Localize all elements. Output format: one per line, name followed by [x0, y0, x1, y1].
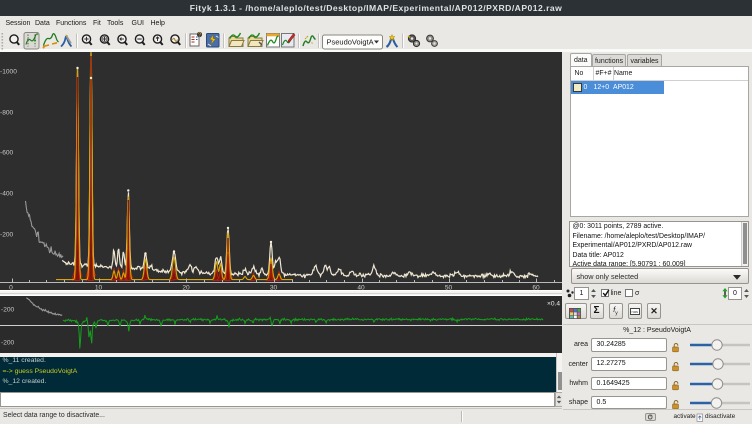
svg-text:-200: -200 — [1, 306, 15, 313]
svg-text:-200: -200 — [1, 339, 15, 346]
svg-text:×0.4: ×0.4 — [547, 300, 560, 307]
svg-text:?: ? — [198, 33, 201, 39]
svg-text:PseudoVoigtA: PseudoVoigtA — [327, 38, 374, 47]
svg-text:-400: -400 — [0, 190, 14, 197]
svg-text:-1000: -1000 — [0, 68, 17, 75]
svg-text:-200: -200 — [0, 231, 14, 238]
svg-text:-600: -600 — [0, 149, 14, 156]
svg-text:-800: -800 — [0, 109, 14, 116]
